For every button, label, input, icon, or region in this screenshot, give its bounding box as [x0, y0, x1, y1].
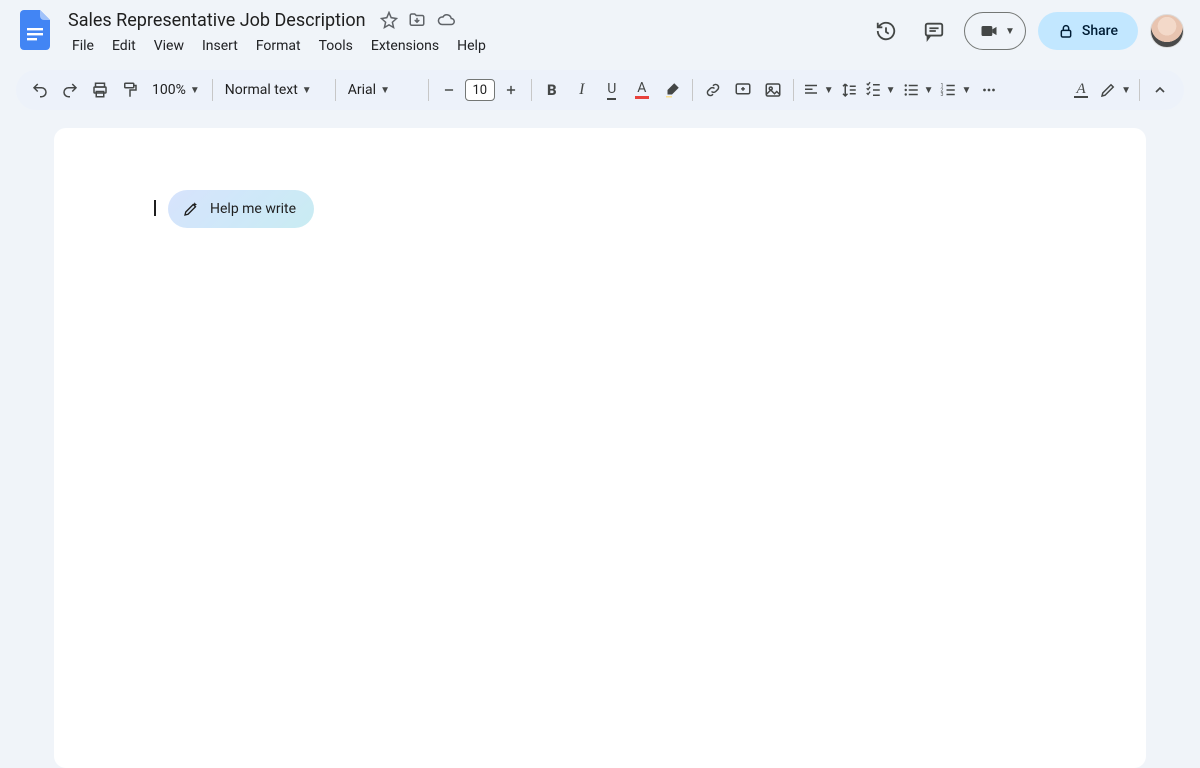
chevron-down-icon: ▼ — [924, 85, 934, 96]
numbered-list-dropdown[interactable]: 123 ▼ — [937, 76, 973, 104]
italic-button[interactable]: I — [568, 76, 596, 104]
document-page[interactable]: Help me write — [54, 128, 1146, 768]
print-button[interactable] — [86, 76, 114, 104]
docs-logo[interactable] — [16, 10, 56, 50]
collapse-toolbar-button[interactable] — [1146, 76, 1174, 104]
paragraph-style-dropdown[interactable]: Normal text ▼ — [219, 76, 329, 104]
chevron-down-icon: ▼ — [1121, 85, 1131, 96]
menu-file[interactable]: File — [64, 34, 102, 58]
redo-button[interactable] — [56, 76, 84, 104]
menu-tools[interactable]: Tools — [311, 34, 361, 58]
chevron-down-icon: ▼ — [302, 85, 312, 96]
comments-icon[interactable] — [916, 13, 952, 49]
menu-help[interactable]: Help — [449, 34, 494, 58]
separator — [692, 79, 693, 101]
menu-extensions[interactable]: Extensions — [363, 34, 447, 58]
separator — [1139, 79, 1140, 101]
chevron-down-icon: ▼ — [961, 85, 971, 96]
chevron-down-icon: ▼ — [380, 85, 390, 96]
separator — [212, 79, 213, 101]
editing-mode-dropdown[interactable]: ▼ — [1097, 76, 1133, 104]
bulleted-list-dropdown[interactable]: ▼ — [900, 76, 936, 104]
move-folder-icon[interactable] — [408, 11, 426, 29]
menu-bar: File Edit View Insert Format Tools Exten… — [64, 34, 868, 58]
menu-insert[interactable]: Insert — [194, 34, 246, 58]
cloud-status-icon[interactable] — [436, 11, 456, 29]
share-label: Share — [1082, 23, 1118, 39]
canvas-area: Help me write — [0, 110, 1200, 768]
chevron-down-icon: ▼ — [190, 85, 200, 96]
title-area: Sales Representative Job Description Fil… — [64, 8, 868, 58]
menu-edit[interactable]: Edit — [104, 34, 144, 58]
chevron-down-icon: ▼ — [1005, 26, 1015, 37]
insert-image-button[interactable] — [759, 76, 787, 104]
font-size-input[interactable]: 10 — [465, 79, 495, 101]
lock-icon — [1058, 23, 1074, 39]
toolbar: 100% ▼ Normal text ▼ Arial ▼ 10 B I U A … — [16, 70, 1184, 110]
account-avatar[interactable] — [1150, 14, 1184, 48]
more-tools-button[interactable] — [975, 76, 1003, 104]
paint-format-button[interactable] — [116, 76, 144, 104]
help-me-write-button[interactable]: Help me write — [168, 190, 314, 228]
zoom-dropdown[interactable]: 100% ▼ — [146, 76, 206, 104]
header-right-controls: ▼ Share — [868, 12, 1184, 50]
font-value: Arial — [348, 82, 376, 98]
header-bar: Sales Representative Job Description Fil… — [0, 0, 1200, 64]
checklist-dropdown[interactable]: ▼ — [862, 76, 898, 104]
underline-button[interactable]: U — [598, 76, 626, 104]
zoom-value: 100% — [152, 82, 186, 98]
star-icon[interactable] — [380, 11, 398, 29]
bold-button[interactable]: B — [538, 76, 566, 104]
font-family-dropdown[interactable]: Arial ▼ — [342, 76, 422, 104]
chevron-down-icon: ▼ — [824, 85, 834, 96]
menu-view[interactable]: View — [146, 34, 192, 58]
menu-format[interactable]: Format — [248, 34, 309, 58]
align-dropdown[interactable]: ▼ — [800, 76, 836, 104]
highlight-button[interactable] — [658, 76, 686, 104]
history-icon[interactable] — [868, 13, 904, 49]
share-button[interactable]: Share — [1038, 12, 1138, 50]
help-me-write-label: Help me write — [210, 201, 296, 217]
style-value: Normal text — [225, 82, 298, 98]
magic-pen-icon — [182, 200, 200, 218]
insert-link-button[interactable] — [699, 76, 727, 104]
line-spacing-dropdown[interactable] — [838, 76, 860, 104]
svg-text:3: 3 — [941, 92, 944, 98]
separator — [793, 79, 794, 101]
separator — [531, 79, 532, 101]
text-color-button[interactable]: A — [628, 76, 656, 104]
chevron-down-icon: ▼ — [886, 85, 896, 96]
meet-button[interactable]: ▼ — [964, 12, 1026, 50]
separator — [335, 79, 336, 101]
text-cursor — [154, 200, 156, 216]
separator — [428, 79, 429, 101]
insert-comment-button[interactable] — [729, 76, 757, 104]
increase-font-button[interactable] — [497, 76, 525, 104]
decrease-font-button[interactable] — [435, 76, 463, 104]
clear-formatting-button[interactable]: A — [1067, 76, 1095, 104]
undo-button[interactable] — [26, 76, 54, 104]
document-title[interactable]: Sales Representative Job Description — [64, 9, 370, 32]
